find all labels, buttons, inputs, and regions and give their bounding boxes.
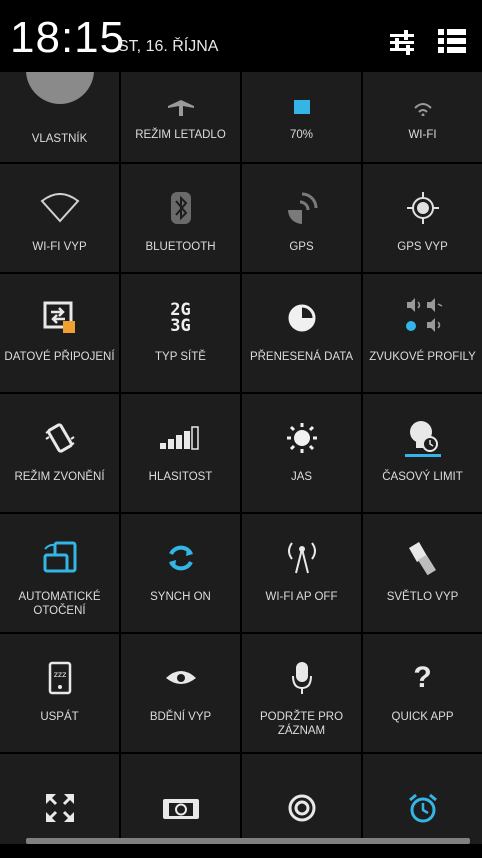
tile-brightness[interactable]: JAS — [242, 394, 361, 512]
wifi-off-icon — [40, 193, 79, 223]
tile-label: WI-FI — [408, 129, 437, 141]
settings-sliders-icon — [390, 30, 414, 55]
tile-label: REŽIM ZVONĚNÍ — [14, 471, 105, 483]
tile-screenshot[interactable] — [121, 754, 240, 844]
tile-wifi[interactable]: WI-FI — [363, 72, 482, 162]
data-transfer-icon — [43, 301, 75, 333]
bluetooth-icon — [170, 192, 191, 224]
microphone-icon — [291, 662, 312, 694]
eye-icon — [165, 671, 196, 684]
tile-gps[interactable]: GPS — [242, 164, 361, 272]
svg-text:zzz: zzz — [53, 670, 66, 679]
tile-network-type[interactable]: 2G 3G TYP SÍTĚ — [121, 274, 240, 392]
tile-label: PŘENESENÁ DATA — [249, 351, 354, 363]
tile-label: GPS — [289, 241, 314, 253]
camera-icon — [162, 799, 199, 819]
tile-ring-mode[interactable]: REŽIM ZVONĚNÍ — [0, 394, 119, 512]
tile-auto-rotate[interactable]: AUTOMATICKÉ OTOČENÍ — [0, 514, 119, 632]
wifi-signal-icon — [413, 103, 432, 116]
tile-label: QUICK APP — [391, 711, 454, 723]
tile-stay-awake[interactable]: BDĚNÍ VYP — [121, 634, 240, 752]
tile-data-connection[interactable]: DATOVÉ PŘIPOJENÍ — [0, 274, 119, 392]
battery-icon — [293, 100, 310, 114]
pie-chart-icon — [288, 304, 315, 332]
tile-wifi-ap[interactable]: WI-FI AP OFF — [242, 514, 361, 632]
brightness-sun-icon — [286, 423, 317, 453]
settings-button[interactable] — [380, 20, 424, 64]
status-bar: 18:15 ST, 16. ŘÍJNA — [0, 0, 482, 72]
tile-owner[interactable]: VLASTNÍK — [0, 72, 119, 162]
tile-battery[interactable]: 70% — [242, 72, 361, 162]
tile-expand[interactable] — [0, 754, 119, 844]
satellite-icon — [287, 192, 317, 224]
alarm-clock-icon — [408, 793, 437, 823]
tile-label: USPÁT — [40, 711, 79, 723]
tile-label: DATOVÉ PŘIPOJENÍ — [4, 351, 115, 363]
tile-airplane-mode[interactable]: REŽIM LETADLO — [121, 72, 240, 162]
airplane-icon — [167, 100, 194, 116]
target-icon — [288, 794, 315, 822]
network-2g3g-icon: 2G 3G — [170, 300, 191, 336]
list-icon — [438, 29, 466, 53]
tile-label: WI-FI VYP — [32, 241, 87, 253]
drag-handle[interactable] — [26, 838, 470, 844]
tile-label: TYP SÍTĚ — [155, 351, 206, 363]
hotspot-antenna-icon — [287, 542, 316, 574]
tile-label: JAS — [290, 471, 313, 483]
tile-label: AUTOMATICKÉ OTOČENÍ — [18, 591, 101, 617]
tile-sound-profiles[interactable]: ZVUKOVÉ PROFILY — [363, 274, 482, 392]
date-text: ST, 16. ŘÍJNA — [118, 38, 219, 55]
tile-sync[interactable]: SYNCH ON — [121, 514, 240, 632]
tile-label: VLASTNÍK — [31, 133, 88, 145]
question-mark-icon: ? — [413, 661, 432, 694]
tile-label: 70% — [289, 129, 314, 141]
sleep-phone-icon: zzz — [48, 661, 71, 695]
vibrate-icon — [44, 423, 75, 453]
tile-label: PODRŽTE PRO ZÁZNAM — [259, 711, 344, 737]
tile-sleep[interactable]: zzz USPÁT — [0, 634, 119, 752]
tile-label: WI-FI AP OFF — [265, 591, 338, 603]
tile-label: GPS VYP — [397, 241, 448, 253]
tile-wifi-off[interactable]: WI-FI VYP — [0, 164, 119, 272]
location-target-icon — [406, 192, 439, 224]
tile-label: BDĚNÍ VYP — [149, 711, 212, 723]
tile-gps-off[interactable]: GPS VYP — [363, 164, 482, 272]
quick-settings-grid: VLASTNÍK REŽIM LETADLO 70% WI-FI WI-FI V… — [0, 72, 482, 844]
tile-target[interactable] — [242, 754, 361, 844]
clock-time: 18:15 — [10, 13, 126, 62]
sync-icon — [168, 545, 193, 571]
tile-screen-timeout[interactable]: ČASOVÝ LIMIT — [363, 394, 482, 512]
avatar-icon — [25, 72, 94, 104]
expand-arrows-icon — [45, 794, 74, 822]
tile-label: HLASITOST — [148, 471, 213, 483]
tile-volume[interactable]: HLASITOST — [121, 394, 240, 512]
tile-label: ČASOVÝ LIMIT — [382, 471, 463, 483]
tile-quick-app[interactable]: ? QUICK APP — [363, 634, 482, 752]
tile-flashlight[interactable]: SVĚTLO VYP — [363, 514, 482, 632]
rotate-screen-icon — [43, 541, 76, 573]
tile-bluetooth[interactable]: BLUETOOTH — [121, 164, 240, 272]
sound-profiles-icon — [405, 298, 442, 332]
timeout-bulb-icon — [404, 421, 441, 457]
list-view-button[interactable] — [430, 20, 474, 64]
tile-label: REŽIM LETADLO — [135, 129, 226, 141]
tile-label: SVĚTLO VYP — [386, 591, 459, 603]
tile-label: ZVUKOVÉ PROFILY — [369, 351, 476, 363]
volume-bars-icon — [159, 426, 199, 450]
tile-alarm[interactable] — [363, 754, 482, 844]
tile-voice-record[interactable]: PODRŽTE PRO ZÁZNAM — [242, 634, 361, 752]
tile-label: SYNCH ON — [150, 591, 211, 603]
tile-data-usage[interactable]: PŘENESENÁ DATA — [242, 274, 361, 392]
flashlight-icon — [408, 542, 436, 576]
tile-label: BLUETOOTH — [145, 241, 216, 253]
